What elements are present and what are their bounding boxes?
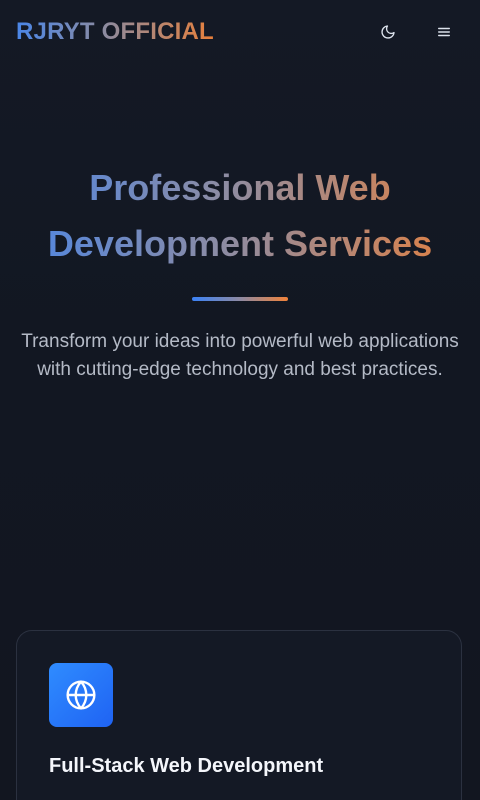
service-icon-badge [49,663,113,727]
hamburger-menu-icon [438,27,450,37]
brand-logo[interactable]: RJRYT OFFICIAL [16,16,214,48]
moon-icon [381,25,395,39]
site-header: RJRYT OFFICIAL [0,0,480,64]
globe-icon [66,680,96,710]
page: RJRYT OFFICIAL Professional Web Developm… [0,0,480,800]
hero-subtitle: Transform your ideas into powerful web a… [21,331,459,380]
menu-button[interactable] [428,16,460,48]
service-card[interactable]: Full-Stack Web Development [16,630,462,800]
service-card-title: Full-Stack Web Development [49,755,324,777]
hero-title: Professional Web Development Services [0,160,480,272]
hero-divider [192,297,288,301]
hero-section: Professional Web Development Services Tr… [0,160,480,384]
theme-toggle-button[interactable] [372,16,404,48]
